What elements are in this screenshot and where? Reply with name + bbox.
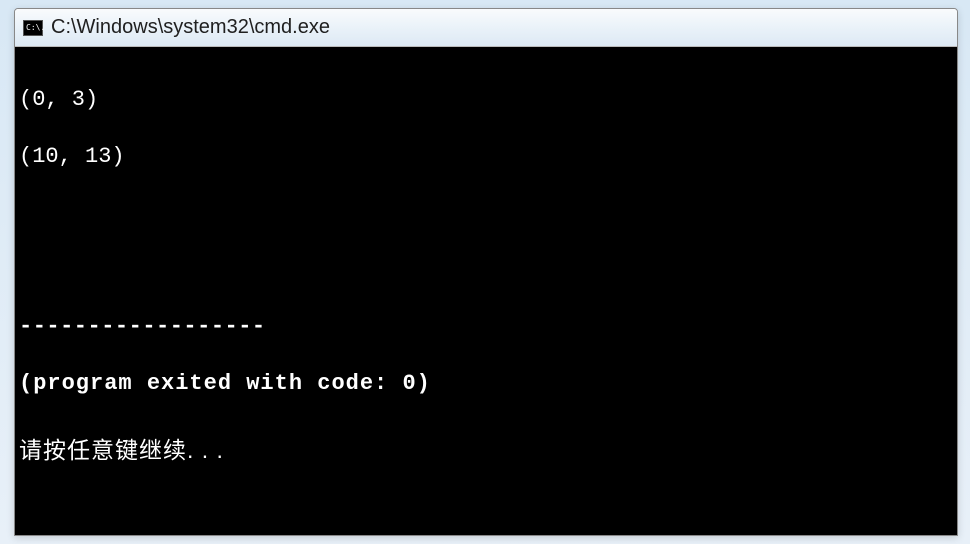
output-line: (10, 13) xyxy=(19,143,953,172)
separator-line: ------------------ xyxy=(19,313,953,342)
cmd-window: C:\. C:\Windows\system32\cmd.exe (0, 3) … xyxy=(14,8,958,536)
window-title: C:\Windows\system32\cmd.exe xyxy=(51,16,330,39)
cmd-icon-text: C:\. xyxy=(26,24,45,32)
cmd-icon: C:\. xyxy=(23,20,43,36)
blank-line xyxy=(19,257,953,285)
titlebar[interactable]: C:\. C:\Windows\system32\cmd.exe xyxy=(15,9,957,47)
exit-message: (program exited with code: 0) xyxy=(19,370,953,399)
output-line: (0, 3) xyxy=(19,86,953,115)
blank-line xyxy=(19,200,953,228)
console-output[interactable]: (0, 3) (10, 13) ------------------ (prog… xyxy=(15,47,957,535)
press-any-key-prompt: 请按任意键继续. . . xyxy=(19,436,953,466)
